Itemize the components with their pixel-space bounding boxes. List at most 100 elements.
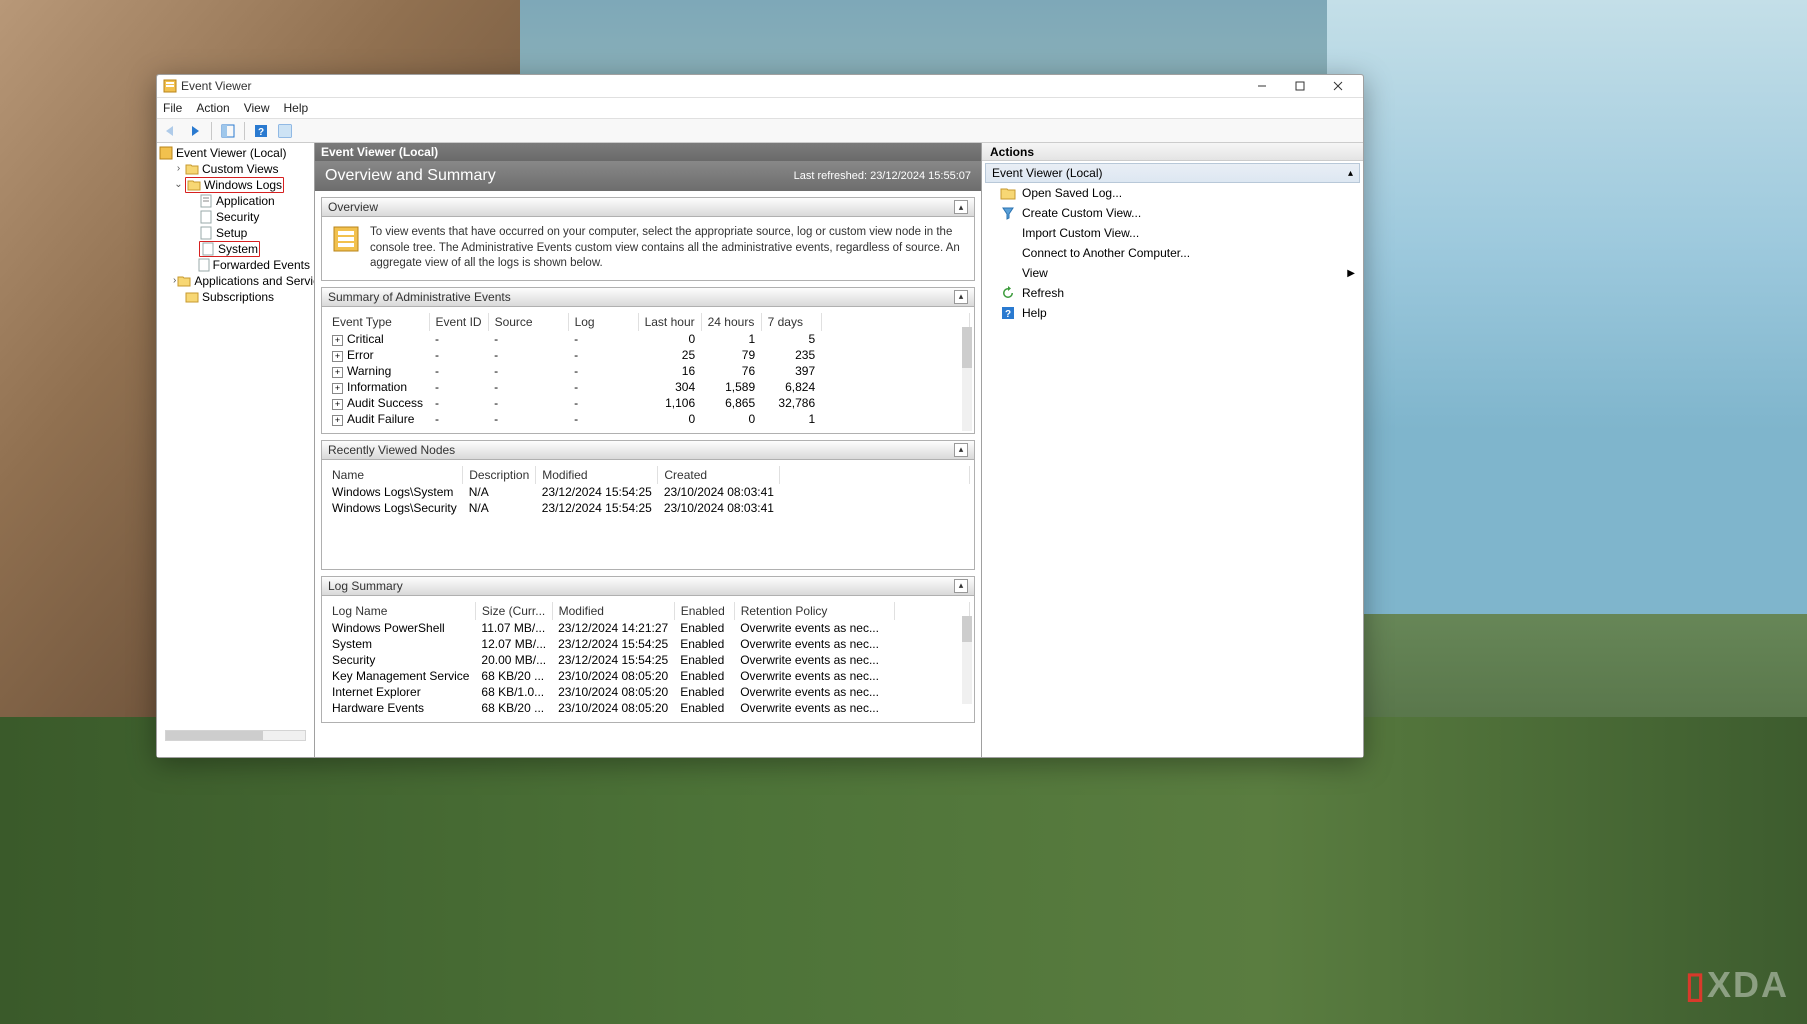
menu-action[interactable]: Action xyxy=(196,101,229,115)
overview-title: Overview and Summary xyxy=(325,167,496,185)
expand-icon[interactable]: + xyxy=(332,351,343,362)
table-row[interactable]: Windows Logs\SystemN/A23/12/2024 15:54:2… xyxy=(326,484,970,500)
collapse-icon[interactable]: ▴ xyxy=(954,200,968,214)
forward-button[interactable] xyxy=(185,121,205,141)
section-overview[interactable]: Overview ▴ xyxy=(321,197,975,217)
action-help[interactable]: ?Help xyxy=(982,303,1363,323)
table-row[interactable]: +Audit Success---1,1066,86532,786 xyxy=(326,395,970,411)
expand-icon[interactable]: › xyxy=(173,164,184,175)
collapse-icon[interactable]: ▴ xyxy=(954,443,968,457)
folder-icon xyxy=(177,274,191,288)
svg-text:?: ? xyxy=(258,127,264,138)
action-import-custom-view[interactable]: Import Custom View... xyxy=(982,223,1363,243)
collapse-icon[interactable]: ⌄ xyxy=(173,180,184,191)
menu-bar: File Action View Help xyxy=(157,97,1363,119)
menu-view[interactable]: View xyxy=(244,101,270,115)
tree-windows-logs[interactable]: ⌄ Windows Logs xyxy=(157,177,314,193)
expand-icon[interactable]: + xyxy=(332,383,343,394)
menu-help[interactable]: Help xyxy=(284,101,309,115)
table-row[interactable]: Hardware Events68 KB/20 ...23/10/2024 08… xyxy=(326,700,970,716)
svg-text:?: ? xyxy=(1005,309,1011,320)
action-connect-to-another-computer[interactable]: Connect to Another Computer... xyxy=(982,243,1363,263)
actions-pane: Actions Event Viewer (Local) ▴ Open Save… xyxy=(981,143,1363,757)
back-button[interactable] xyxy=(161,121,181,141)
console-tree[interactable]: Event Viewer (Local) › Custom Views ⌄ Wi… xyxy=(157,143,315,757)
table-row[interactable]: +Audit Failure---001 xyxy=(326,411,970,427)
table-row[interactable]: +Warning---1676397 xyxy=(326,363,970,379)
table-row[interactable]: Windows Logs\SecurityN/A23/12/2024 15:54… xyxy=(326,500,970,516)
tree-wl-setup[interactable]: Setup xyxy=(157,225,314,241)
minimize-button[interactable] xyxy=(1243,75,1281,97)
table-row[interactable]: Key Management Service68 KB/20 ...23/10/… xyxy=(326,668,970,684)
window-title: Event Viewer xyxy=(181,79,251,93)
open-icon xyxy=(1000,185,1016,201)
event-viewer-icon xyxy=(159,146,173,160)
action-view[interactable]: View▶ xyxy=(982,263,1363,283)
log-icon xyxy=(201,242,215,256)
show-hide-tree-button[interactable] xyxy=(218,121,238,141)
expand-icon[interactable]: › xyxy=(173,276,176,287)
section-summary[interactable]: Summary of Administrative Events ▴ xyxy=(321,287,975,307)
table-row[interactable]: +Information---3041,5896,824 xyxy=(326,379,970,395)
refresh-icon xyxy=(1000,285,1016,301)
tree-apps-services[interactable]: › Applications and Services Lo xyxy=(157,273,314,289)
filter-icon xyxy=(1000,205,1016,221)
table-row[interactable]: Windows PowerShell11.07 MB/...23/12/2024… xyxy=(326,620,970,636)
section-logsum[interactable]: Log Summary ▴ xyxy=(321,576,975,596)
close-button[interactable] xyxy=(1319,75,1357,97)
tree-wl-security[interactable]: Security xyxy=(157,209,314,225)
collapse-icon[interactable]: ▴ xyxy=(954,290,968,304)
actions-group[interactable]: Event Viewer (Local) ▴ xyxy=(985,163,1360,183)
wallpaper xyxy=(0,717,1807,1024)
menu-file[interactable]: File xyxy=(163,101,182,115)
maximize-button[interactable] xyxy=(1281,75,1319,97)
tree-root[interactable]: Event Viewer (Local) xyxy=(157,145,314,161)
tree-custom-views[interactable]: › Custom Views xyxy=(157,161,314,177)
summary-scrollbar[interactable] xyxy=(962,327,972,431)
event-viewer-icon xyxy=(332,225,360,253)
folder-icon xyxy=(187,178,201,192)
tree-scrollbar[interactable] xyxy=(165,730,306,741)
log-icon xyxy=(199,194,213,208)
collapse-icon[interactable]: ▴ xyxy=(954,579,968,593)
folder-icon xyxy=(185,162,199,176)
action-create-custom-view[interactable]: Create Custom View... xyxy=(982,203,1363,223)
logsum-scrollbar[interactable] xyxy=(962,616,972,704)
separator xyxy=(244,122,245,140)
properties-button[interactable] xyxy=(275,121,295,141)
none-icon xyxy=(1000,225,1016,241)
tree-wl-system[interactable]: System xyxy=(157,241,314,257)
main-header: Event Viewer (Local) xyxy=(315,143,981,161)
app-icon xyxy=(163,79,177,93)
toolbar: ? xyxy=(157,119,1363,143)
expand-icon[interactable]: + xyxy=(332,399,343,410)
tree-subscriptions[interactable]: Subscriptions xyxy=(157,289,314,305)
action-refresh[interactable]: Refresh xyxy=(982,283,1363,303)
main-pane: Event Viewer (Local) Overview and Summar… xyxy=(315,143,981,757)
wallpaper xyxy=(1327,0,1807,614)
table-row[interactable]: Security20.00 MB/...23/12/2024 15:54:25E… xyxy=(326,652,970,668)
collapse-icon[interactable]: ▴ xyxy=(1348,168,1353,179)
event-viewer-window: Event Viewer File Action View Help ? Eve… xyxy=(156,74,1364,758)
table-row[interactable]: +Error---2579235 xyxy=(326,347,970,363)
log-icon xyxy=(199,210,213,224)
logsum-table[interactable]: Log Name Size (Curr... Modified Enabled … xyxy=(326,602,970,716)
expand-icon[interactable]: + xyxy=(332,367,343,378)
action-open-saved-log[interactable]: Open Saved Log... xyxy=(982,183,1363,203)
section-recent[interactable]: Recently Viewed Nodes ▴ xyxy=(321,440,975,460)
table-row[interactable]: +Critical---015 xyxy=(326,331,970,347)
recent-table[interactable]: Name Description Modified Created Window… xyxy=(326,466,970,516)
titlebar[interactable]: Event Viewer xyxy=(157,75,1363,97)
table-row[interactable]: Internet Explorer68 KB/1.0...23/10/2024 … xyxy=(326,684,970,700)
tree-wl-application[interactable]: Application xyxy=(157,193,314,209)
summary-table[interactable]: Event Type Event ID Source Log Last hour… xyxy=(326,313,970,427)
log-icon xyxy=(199,226,213,240)
expand-icon[interactable]: + xyxy=(332,415,343,426)
tree-wl-forwarded[interactable]: Forwarded Events xyxy=(157,257,314,273)
none-icon xyxy=(1000,245,1016,261)
help-button[interactable]: ? xyxy=(251,121,271,141)
expand-icon[interactable]: + xyxy=(332,335,343,346)
overview-text: To view events that have occurred on you… xyxy=(321,217,975,281)
table-row[interactable]: System12.07 MB/...23/12/2024 15:54:25Ena… xyxy=(326,636,970,652)
actions-header: Actions xyxy=(982,143,1363,161)
